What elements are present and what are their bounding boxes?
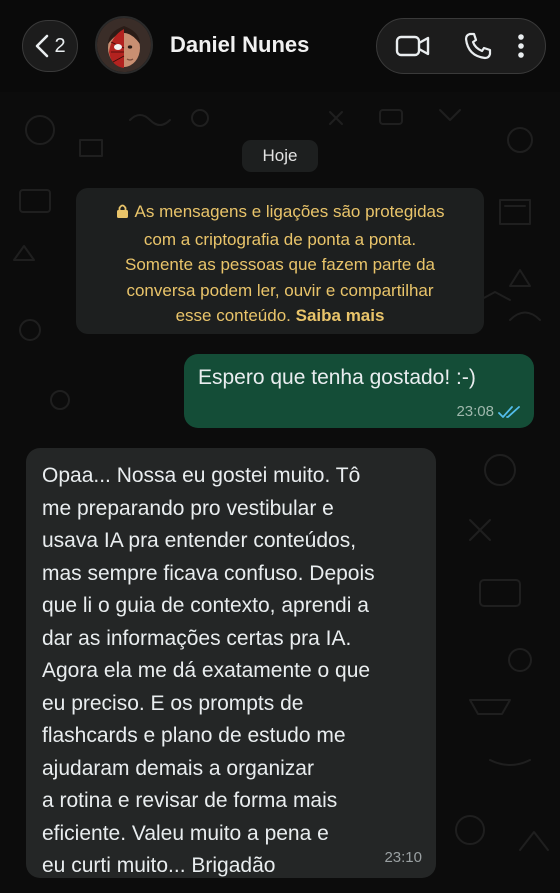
message-line: usava IA pra entender conteúdos, [42, 529, 357, 552]
date-divider: Hoje [242, 140, 318, 172]
message-line: ajudaram demais a organizar [42, 756, 314, 780]
message-line: eu preciso. E os prompts de [42, 691, 304, 715]
more-options-button[interactable] [509, 31, 533, 61]
message-line: flashcards e plano de estudo me [42, 724, 346, 747]
chevron-left-icon [36, 34, 49, 58]
message-line: a rotina e revisar de forma mais [42, 789, 338, 812]
notice-line-1: As mensagens e ligações são protegidas [90, 199, 470, 227]
message-line: que li o guia de contexto, aprendi a [42, 594, 369, 617]
video-call-icon [395, 35, 430, 57]
outgoing-message[interactable]: Espero que tenha gostado! :-) 23:08 [184, 354, 534, 428]
message-meta: 23:08 [456, 403, 522, 420]
message-time: 23:10 [384, 849, 422, 866]
video-call-button[interactable] [393, 31, 433, 61]
notice-line-3: Somente as pessoas que fazem parte da [125, 255, 435, 274]
more-vertical-icon [518, 34, 524, 58]
unread-count: 2 [54, 34, 66, 57]
notice-line-5: esse conteúdo. Saiba mais [175, 306, 385, 325]
lock-icon [116, 201, 129, 227]
message-time: 23:08 [456, 403, 494, 420]
message-line: mas sempre ficava confuso. Depois [42, 561, 375, 585]
message-line: Agora ela me dá exatamente o que [42, 659, 371, 682]
message-text: Espero que tenha gostado! :-) [198, 366, 476, 389]
call-actions [376, 18, 546, 74]
back-button[interactable]: 2 [22, 20, 78, 72]
contact-name[interactable]: Daniel Nunes [170, 32, 309, 58]
notice-line-4: conversa podem ler, ouvir e compartilhar [126, 280, 434, 300]
voice-call-button[interactable] [461, 31, 495, 61]
message-line: Opaa... Nossa eu gostei muito. Tô [42, 464, 361, 487]
message-line: eficiente. Valeu muito a pena e [42, 821, 329, 845]
phone-icon [464, 32, 492, 60]
message-line: dar as informações certas pra IA. [42, 626, 352, 650]
incoming-message[interactable]: Opaa... Nossa eu gostei muito. Tô me pre… [26, 448, 436, 878]
message-text: Opaa... Nossa eu gostei muito. Tô me pre… [42, 460, 422, 883]
learn-more-link[interactable]: Saiba mais [296, 306, 385, 325]
notice-line-2: com a criptografia de ponta a ponta. [143, 229, 417, 249]
message-line: eu curti muito... Brigadão [42, 854, 276, 877]
double-check-read-icon [498, 405, 520, 418]
encryption-notice[interactable]: As mensagens e ligações são protegidas c… [76, 188, 484, 334]
contact-avatar[interactable] [95, 16, 153, 74]
message-line: me preparando pro vestibular e [42, 496, 334, 520]
chat-header: 2 Daniel Nunes [0, 0, 560, 92]
avatar-image [97, 18, 151, 72]
